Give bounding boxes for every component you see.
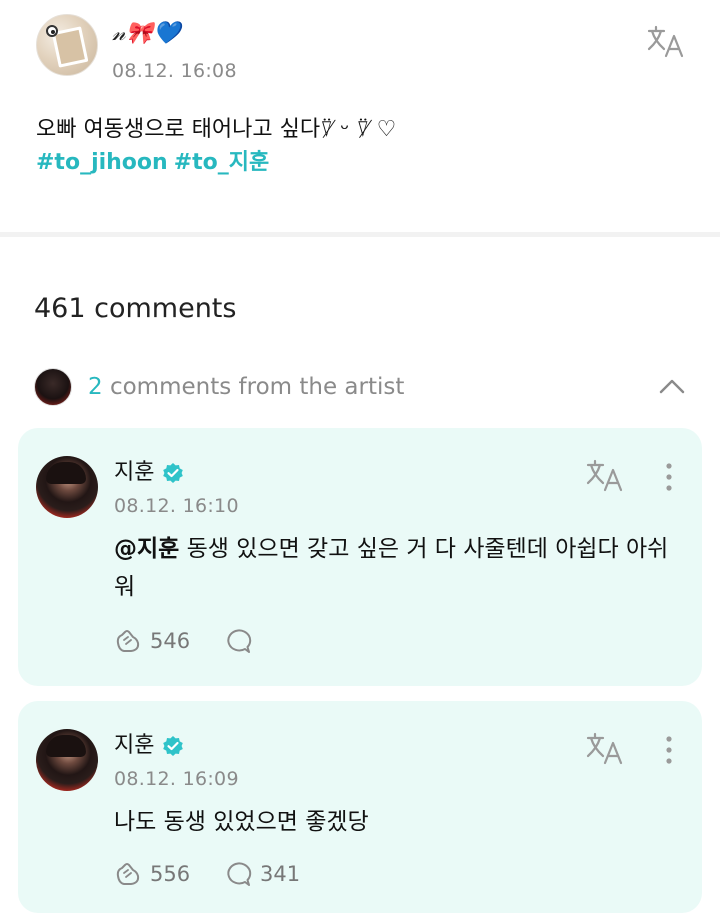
artist-comments-toggle[interactable]: 2 comments from the artist	[34, 366, 688, 408]
artist-avatar[interactable]	[36, 456, 98, 518]
comment-date: 08.12. 16:10	[114, 495, 239, 517]
comment-author-name[interactable]: 지훈	[114, 458, 154, 488]
artist-comment-text: comments from the artist	[102, 374, 405, 400]
artist-avatar[interactable]	[36, 729, 98, 791]
artist-comment-card: 지훈 08.12. 16:09 나도 동생 있었으면 좋겠당 556 341	[18, 701, 702, 913]
artist-comment-number: 2	[88, 374, 103, 400]
verified-badge-icon	[163, 736, 183, 756]
comment-count: 461 comments	[34, 293, 237, 324]
translate-icon[interactable]	[586, 731, 624, 765]
artist-comments-label: 2 comments from the artist	[88, 372, 404, 402]
comment-actions: 556 341	[114, 859, 514, 889]
reply-count: 341	[260, 862, 301, 886]
chevron-up-icon[interactable]	[658, 376, 686, 396]
post-date: 08.12. 16:08	[112, 60, 237, 82]
post-hashtags: #to_jihoon #to_지훈	[36, 145, 275, 181]
post-header: 𝓃🎀💙 08.12. 16:08	[36, 14, 686, 82]
reply-icon[interactable]	[224, 861, 252, 887]
comment-text: @지훈 동생 있으면 갖고 싶은 거 다 사줄텐데 아쉽다 아쉬워	[114, 530, 674, 606]
mention-link[interactable]: @지훈	[114, 536, 179, 562]
cheer-icon[interactable]	[114, 861, 142, 887]
translate-icon[interactable]	[586, 458, 624, 492]
more-options-icon[interactable]	[664, 735, 674, 765]
post-body: 오빠 여동생으로 태어나고 싶다⍢̸ ᵕ ⍢̸ ♡	[36, 117, 397, 142]
verified-badge-icon	[163, 463, 183, 483]
author-avatar[interactable]	[36, 14, 98, 76]
more-options-icon[interactable]	[664, 462, 674, 492]
artist-comment-card: 지훈 08.12. 16:10 @지훈 동생 있으면 갖고 싶은 거 다 사줄텐…	[18, 428, 702, 686]
reply-icon[interactable]	[224, 628, 252, 654]
comment-body: 동생 있으면 갖고 싶은 거 다 사줄텐데 아쉽다 아쉬워	[114, 536, 669, 600]
comment-date: 08.12. 16:09	[114, 768, 239, 790]
avatar-sticker	[46, 25, 58, 37]
comment-body: 나도 동생 있었으면 좋겠당	[114, 809, 369, 835]
cheer-count: 546	[150, 629, 191, 653]
cheer-count: 556	[150, 862, 191, 886]
artist-avatar	[34, 368, 72, 406]
hashtag-link[interactable]: #to_jihoon	[36, 150, 168, 175]
comment-text: 나도 동생 있었으면 좋겠당	[114, 803, 674, 841]
section-divider	[0, 232, 720, 237]
author-username[interactable]: 𝓃🎀💙	[112, 20, 180, 48]
comment-author-name[interactable]: 지훈	[114, 731, 154, 761]
comment-actions: 546	[114, 626, 514, 656]
hashtag-link[interactable]: #to_지훈	[174, 150, 270, 175]
cheer-icon[interactable]	[114, 628, 142, 654]
translate-icon[interactable]	[647, 24, 685, 58]
